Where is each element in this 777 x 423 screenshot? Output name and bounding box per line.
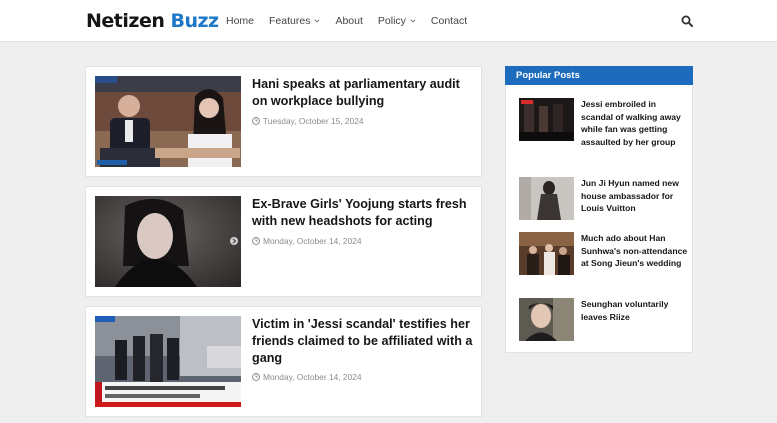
popular-post-thumbnail[interactable] bbox=[519, 177, 574, 220]
nav-label: Contact bbox=[430, 15, 468, 27]
popular-post-title[interactable]: Jun Ji Hyun named new house ambassador f… bbox=[581, 177, 689, 215]
chevron-down-icon bbox=[410, 19, 416, 23]
main-nav: Home Features About Policy Contact bbox=[226, 14, 482, 28]
post-date: Monday, October 14, 2024 bbox=[252, 236, 362, 246]
post-card[interactable]: Hani speaks at parliamentary audit on wo… bbox=[85, 66, 482, 177]
nav-item-about[interactable]: About bbox=[335, 14, 362, 28]
popular-post-title[interactable]: Jessi embroiled in scandal of walking aw… bbox=[581, 98, 689, 149]
site-header: Netizen Buzz Home Features About Policy … bbox=[0, 0, 777, 42]
nav-item-features[interactable]: Features bbox=[269, 14, 320, 28]
chevron-down-icon bbox=[315, 19, 320, 23]
popular-post-thumbnail[interactable] bbox=[519, 298, 574, 341]
nav-label: Features bbox=[269, 15, 311, 27]
nav-item-policy[interactable]: Policy bbox=[378, 14, 416, 28]
popular-post-thumbnail[interactable] bbox=[519, 98, 574, 141]
post-thumbnail[interactable] bbox=[95, 76, 241, 167]
logo-text-netizen: Netizen bbox=[86, 10, 165, 32]
post-date-text: Monday, October 14, 2024 bbox=[263, 236, 362, 246]
post-card[interactable]: Victim in 'Jessi scandal' testifies her … bbox=[85, 306, 482, 417]
clock-icon bbox=[252, 117, 260, 125]
popular-post-title[interactable]: Seunghan voluntarily leaves Riize bbox=[581, 298, 689, 323]
logo-text-buzz: Buzz bbox=[170, 10, 219, 32]
post-title[interactable]: Ex-Brave Girls' Yoojung starts fresh wit… bbox=[252, 196, 477, 230]
widget-heading: Popular Posts bbox=[505, 66, 693, 85]
clock-icon bbox=[252, 237, 260, 245]
post-date-text: Tuesday, October 15, 2024 bbox=[263, 116, 364, 126]
search-icon[interactable] bbox=[681, 15, 693, 27]
post-thumbnail[interactable] bbox=[95, 196, 241, 287]
popular-posts-widget: Popular Posts Jessi embroiled in scandal… bbox=[505, 66, 693, 353]
post-date: Tuesday, October 15, 2024 bbox=[252, 116, 364, 126]
clock-icon bbox=[252, 373, 260, 381]
nav-label: Home bbox=[226, 15, 255, 27]
post-thumbnail[interactable] bbox=[95, 316, 241, 407]
post-title[interactable]: Victim in 'Jessi scandal' testifies her … bbox=[252, 316, 477, 367]
nav-item-contact[interactable]: Contact bbox=[431, 14, 467, 28]
nav-label: About bbox=[335, 15, 363, 27]
post-date: Monday, October 14, 2024 bbox=[252, 372, 362, 382]
post-date-text: Monday, October 14, 2024 bbox=[263, 372, 362, 382]
site-logo[interactable]: Netizen Buzz bbox=[86, 9, 219, 33]
post-card[interactable]: Ex-Brave Girls' Yoojung starts fresh wit… bbox=[85, 186, 482, 297]
post-title[interactable]: Hani speaks at parliamentary audit on wo… bbox=[252, 76, 477, 110]
nav-item-home[interactable]: Home bbox=[226, 14, 254, 28]
nav-label: Policy bbox=[377, 15, 406, 27]
popular-post-title[interactable]: Much ado about Han Sunhwa's non-attendan… bbox=[581, 232, 689, 270]
popular-post-thumbnail[interactable] bbox=[519, 232, 574, 275]
